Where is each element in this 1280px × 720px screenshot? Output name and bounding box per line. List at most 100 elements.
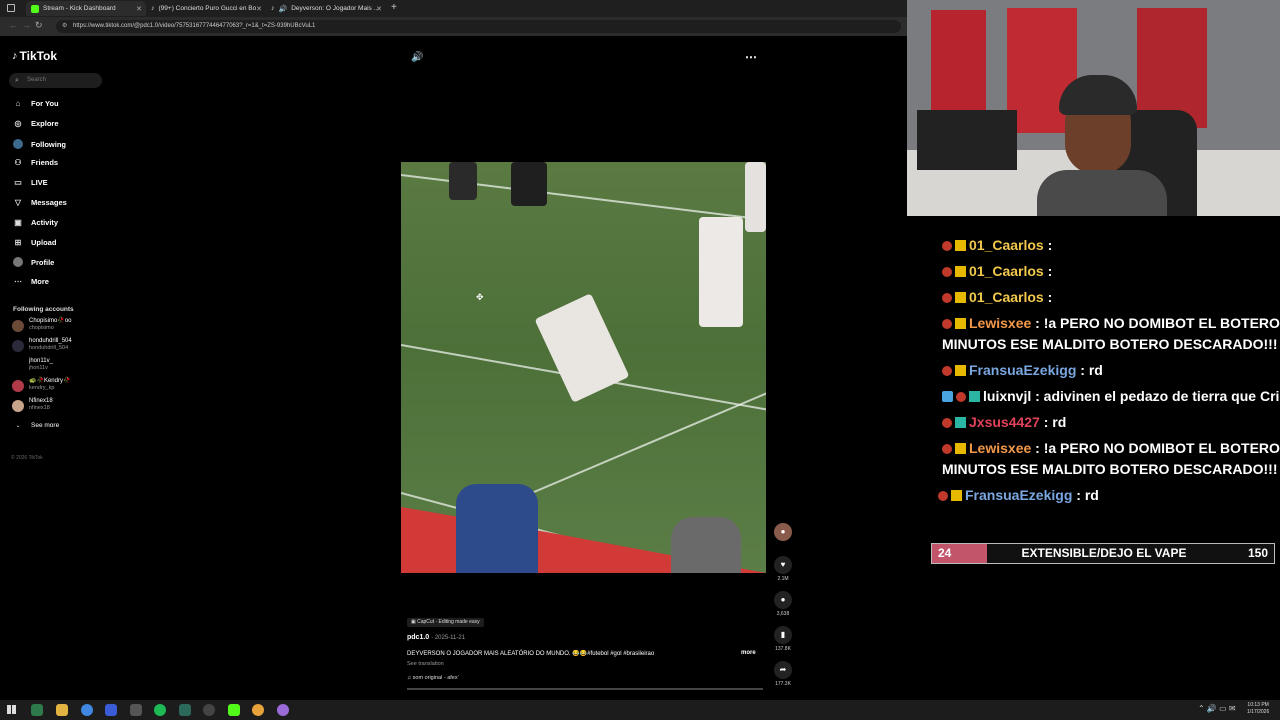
account-item[interactable]: Nfinex18 nfinex18 bbox=[12, 398, 53, 412]
nav-label: Messages bbox=[31, 198, 67, 207]
shirt bbox=[1037, 170, 1167, 216]
nav-following[interactable]: Following bbox=[13, 139, 66, 149]
chat-message: FransuaEzekigg : rd bbox=[938, 487, 1099, 503]
kick-icon[interactable] bbox=[228, 704, 240, 716]
chat-user: 01_Caarlos bbox=[969, 263, 1044, 279]
spotify-icon[interactable] bbox=[154, 704, 166, 716]
app-icon[interactable] bbox=[179, 704, 191, 716]
crown-badge-icon bbox=[955, 240, 966, 251]
tiktok-logo[interactable]: ♪ TikTok bbox=[12, 49, 57, 63]
author-row: pdc1.0 · 2025-11-21 bbox=[407, 634, 466, 641]
grid-badge-icon bbox=[955, 417, 966, 428]
account-item[interactable]: Chopisimo🥀oo chopisimo bbox=[12, 318, 72, 332]
profile-icon bbox=[13, 257, 23, 267]
chat-text: : !a PERO NO DOMIBOT EL BOTERO MA bbox=[1035, 315, 1280, 331]
pen-icon[interactable] bbox=[130, 704, 142, 716]
obs-icon[interactable] bbox=[203, 704, 215, 716]
reload-icon[interactable]: ↻ bbox=[35, 20, 43, 31]
chat-text: : bbox=[1047, 237, 1053, 253]
close-tab-icon[interactable]: ✕ bbox=[256, 5, 262, 13]
app-icon[interactable] bbox=[252, 704, 264, 716]
share-button[interactable]: ➦ 177.3K bbox=[773, 661, 793, 687]
account-handle: nfinex18 bbox=[29, 405, 50, 411]
following-icon bbox=[13, 139, 23, 149]
account-handle: jhon11v bbox=[29, 365, 48, 371]
nav-label: Upload bbox=[31, 238, 57, 247]
creator-avatar[interactable]: ● bbox=[773, 523, 793, 541]
red-badge-icon bbox=[938, 491, 948, 501]
forward-icon[interactable]: → bbox=[22, 20, 31, 30]
account-item[interactable]: 🐢🥀Kendry🥀 kendry_kp bbox=[12, 378, 70, 392]
site-info-icon[interactable]: ⚙ bbox=[62, 20, 67, 33]
cameraman bbox=[671, 517, 741, 573]
tab-concierto[interactable]: ♪ (99+) Concierto Puro Gucci en Bo ✕ bbox=[146, 1, 266, 16]
account-item[interactable]: honduhdrill_504 honduhdrill_504 bbox=[12, 338, 72, 352]
chat-user: FransuaEzekigg bbox=[965, 487, 1073, 503]
search-placeholder: Search bbox=[27, 77, 47, 83]
account-item[interactable]: jhon11v_ jhon11v bbox=[12, 358, 53, 372]
like-button[interactable]: ♥ 2.1M bbox=[773, 556, 793, 582]
close-tab-icon[interactable]: ✕ bbox=[136, 5, 142, 13]
progress-bar[interactable] bbox=[407, 688, 763, 690]
crown-badge-icon bbox=[955, 266, 966, 277]
capcut-tag[interactable]: ▣ CapCut · Editing made easy bbox=[407, 618, 484, 627]
nav-upload[interactable]: ⊞ Upload bbox=[13, 238, 57, 247]
tab-title: Deyverson: O Jogador Mais ... bbox=[291, 5, 380, 12]
back-icon[interactable]: ← bbox=[9, 20, 18, 30]
chat-user: 01_Caarlos bbox=[969, 237, 1044, 253]
tab-kick-dashboard[interactable]: Stream - Kick Dashboard ✕ bbox=[26, 1, 146, 16]
nav-friends[interactable]: ⚇ Friends bbox=[13, 158, 58, 167]
clock[interactable]: 10:13 PM 1/17/2026 bbox=[1247, 702, 1269, 716]
search-input[interactable]: ⌕ Search bbox=[9, 73, 102, 88]
author-name[interactable]: pdc1.0 bbox=[407, 634, 429, 641]
url-input[interactable]: ⚙ https://www.tiktok.com/@pdc1.0/video/7… bbox=[56, 20, 901, 33]
video-player[interactable] bbox=[401, 162, 766, 573]
avatar bbox=[12, 320, 24, 332]
close-tab-icon[interactable]: ✕ bbox=[376, 5, 382, 13]
caption-more-button[interactable]: more bbox=[741, 650, 756, 656]
player-falling bbox=[534, 293, 630, 403]
nav-more[interactable]: ⋯ More bbox=[13, 277, 49, 286]
app-icon[interactable] bbox=[277, 704, 289, 716]
avatar bbox=[12, 340, 24, 352]
chat-text: : rd bbox=[1076, 487, 1099, 503]
red-badge-icon bbox=[942, 444, 952, 454]
sound-row[interactable]: ♫ som original - afex' bbox=[407, 675, 459, 681]
red-badge-icon bbox=[956, 392, 966, 402]
nav-label: LIVE bbox=[31, 178, 48, 187]
chrome-icon[interactable] bbox=[81, 704, 93, 716]
account-name: honduhdrill_504 bbox=[29, 338, 72, 344]
save-button[interactable]: ▮ 137.8K bbox=[773, 626, 793, 652]
window-menu-icon[interactable] bbox=[7, 4, 15, 12]
nav-messages[interactable]: ▽ Messages bbox=[13, 198, 67, 207]
chat-user: FransuaEzekigg bbox=[969, 362, 1077, 378]
nav-label: Profile bbox=[31, 257, 55, 267]
terminal-icon[interactable] bbox=[31, 704, 43, 716]
nav-profile[interactable]: Profile bbox=[13, 257, 54, 267]
see-translation-link[interactable]: See translation bbox=[407, 661, 444, 667]
see-more-button[interactable]: ⌄ See more bbox=[13, 422, 59, 429]
tab-deyverson[interactable]: ♪ 🔊 Deyverson: O Jogador Mais ... ✕ bbox=[266, 1, 386, 16]
system-tray-icons[interactable]: ⌃ 🔊 ▭ ✉ bbox=[1198, 704, 1236, 713]
red-badge-icon bbox=[942, 418, 952, 428]
nav-label: Friends bbox=[31, 158, 59, 167]
more-options-icon[interactable]: ⋯ bbox=[745, 50, 757, 64]
time: 10:13 PM bbox=[1247, 702, 1269, 708]
kick-icon bbox=[31, 4, 39, 13]
webcam-feed bbox=[907, 0, 1280, 216]
crown-badge-icon bbox=[955, 443, 966, 454]
nav-explore[interactable]: ◎ Explore bbox=[13, 119, 59, 128]
volume-icon[interactable]: 🔊 bbox=[411, 52, 423, 63]
post-date: 2025-11-21 bbox=[434, 635, 466, 641]
comment-button[interactable]: ● 3,638 bbox=[773, 591, 793, 617]
audio-playing-icon[interactable]: 🔊 bbox=[279, 5, 288, 13]
new-tab-icon[interactable]: + bbox=[391, 2, 397, 13]
app-icon[interactable] bbox=[105, 704, 117, 716]
nav-for-you[interactable]: ⌂ For You bbox=[13, 99, 59, 108]
nav-live[interactable]: ▭ LIVE bbox=[13, 178, 48, 187]
nav-activity[interactable]: ▣ Activity bbox=[13, 218, 58, 227]
file-explorer-icon[interactable] bbox=[56, 704, 68, 716]
avatar bbox=[12, 380, 24, 392]
windows-start-icon[interactable] bbox=[7, 705, 16, 714]
avatar bbox=[12, 360, 24, 372]
